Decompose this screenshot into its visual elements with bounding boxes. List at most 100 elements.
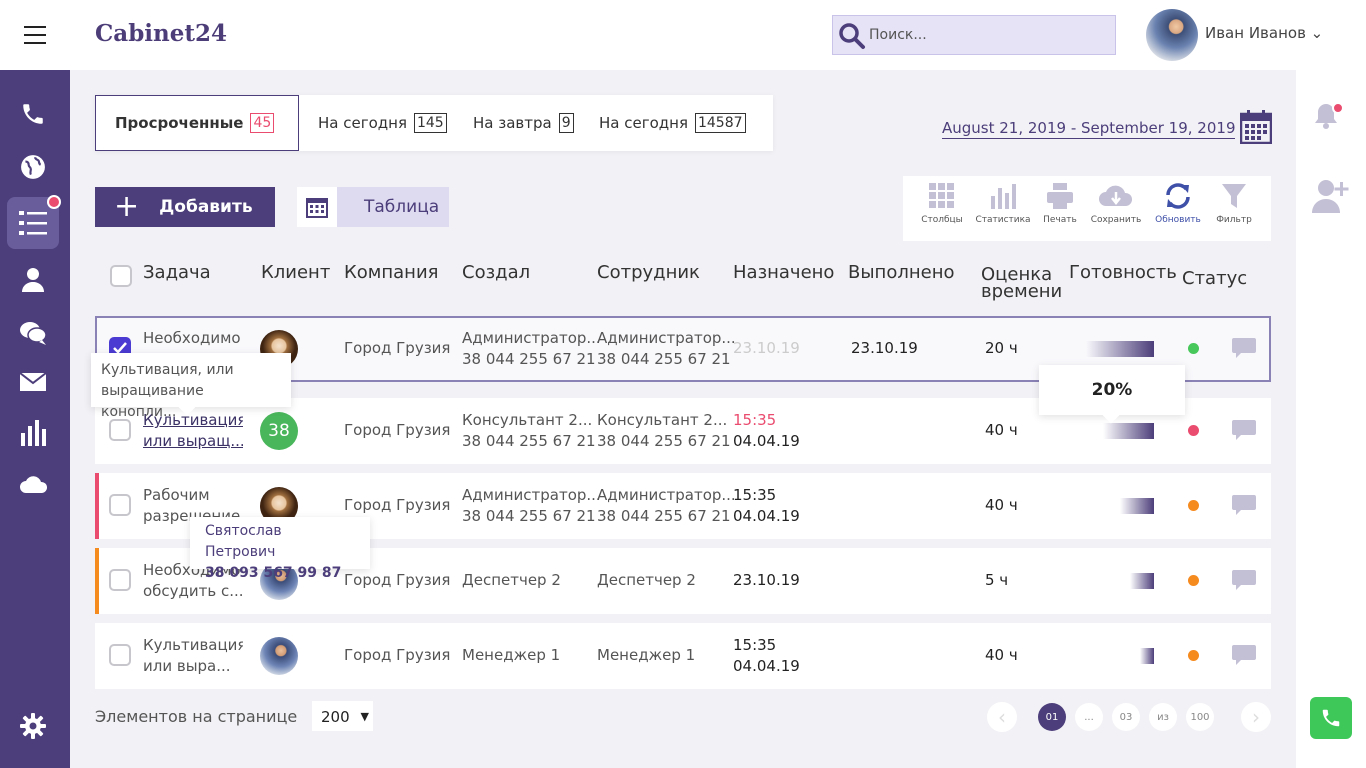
- task-title[interactable]: Необходимо: [143, 328, 243, 349]
- app-logo[interactable]: Cabinet24: [95, 20, 227, 47]
- client-avatar[interactable]: [260, 637, 298, 675]
- calendar-view-button[interactable]: [297, 187, 337, 227]
- tab-today-all[interactable]: На сегодня 14587: [599, 95, 746, 151]
- column-header[interactable]: Создал: [462, 262, 530, 283]
- priority-bar: [95, 473, 99, 539]
- comment-icon[interactable]: [1231, 494, 1257, 516]
- progress-bar: [1086, 341, 1154, 357]
- comment-icon[interactable]: [1231, 419, 1257, 441]
- estimate-cell: 20 ч: [985, 339, 1018, 357]
- search-icon[interactable]: [837, 21, 867, 51]
- top-bar: Cabinet24 Иван Иванов ⌄: [0, 0, 1366, 70]
- progress-bar: [1140, 648, 1154, 664]
- column-header[interactable]: Компания: [344, 262, 438, 283]
- employee-cell: Менеджер 1: [597, 646, 696, 664]
- table-view-label[interactable]: Таблица: [364, 197, 439, 217]
- tab-overdue[interactable]: Просроченные 45: [95, 95, 299, 151]
- column-header[interactable]: Назначено: [733, 262, 834, 283]
- menu-icon[interactable]: [24, 26, 46, 44]
- filter-icon: [1222, 184, 1246, 208]
- created-by-cell: Администратор... 38 044 255 67 21: [462, 486, 601, 525]
- status-dot: [1188, 500, 1199, 511]
- chat-icon[interactable]: [7, 307, 59, 359]
- employee-cell: Консультант 2... 38 044 255 67 21: [597, 411, 731, 450]
- date-range[interactable]: August 21, 2019 - September 19, 2019: [942, 118, 1236, 139]
- add-user-icon[interactable]: [1312, 178, 1350, 214]
- column-header[interactable]: Клиент: [261, 262, 330, 283]
- calendar-icon[interactable]: [1240, 110, 1272, 144]
- column-header[interactable]: Сотрудник: [597, 262, 700, 283]
- table-toolbar: Столбцы Статистика Печать Сохранить Обно…: [903, 176, 1271, 241]
- cloud-icon[interactable]: [7, 458, 59, 510]
- company-cell: Город Грузия: [344, 646, 451, 664]
- column-header[interactable]: Оценка времени: [981, 266, 1062, 301]
- globe-icon[interactable]: [7, 141, 59, 193]
- progress-bar: [1103, 423, 1154, 439]
- statistics-icon: [991, 184, 1016, 209]
- tab-count: 45: [250, 113, 275, 133]
- column-header[interactable]: Выполнено: [848, 262, 954, 283]
- created-by-cell: Деспетчер 2: [462, 571, 561, 589]
- page-button[interactable]: 01: [1038, 703, 1066, 731]
- next-page-button[interactable]: ›: [1241, 702, 1271, 732]
- task-tooltip: Культивация, или выращивание конопли...: [91, 353, 291, 420]
- refresh-icon: [1166, 183, 1190, 209]
- view-toggle[interactable]: Таблица: [297, 187, 449, 227]
- right-panel: [1296, 70, 1366, 768]
- row-checkbox[interactable]: [109, 644, 131, 666]
- row-checkbox[interactable]: [109, 494, 131, 516]
- user-avatar[interactable]: [1146, 9, 1198, 61]
- status-dot: [1188, 343, 1199, 354]
- statistics-button[interactable]: Статистика: [975, 182, 1031, 225]
- tab-count: 145: [413, 113, 447, 133]
- page-button[interactable]: 100: [1186, 703, 1214, 731]
- refresh-button[interactable]: Обновить: [1150, 182, 1206, 225]
- columns-button[interactable]: Столбцы: [914, 182, 970, 225]
- save-button[interactable]: Сохранить: [1088, 182, 1144, 225]
- company-cell: Город Грузия: [344, 571, 451, 589]
- status-dot: [1188, 425, 1199, 436]
- tab-today[interactable]: На сегодня 145: [318, 95, 447, 151]
- user-icon[interactable]: [7, 254, 59, 306]
- call-button[interactable]: [1310, 697, 1352, 739]
- search-input[interactable]: [869, 24, 1109, 46]
- priority-bar: [95, 548, 99, 614]
- user-name[interactable]: Иван Иванов ⌄: [1205, 24, 1323, 42]
- tab-tomorrow[interactable]: На завтра 9: [473, 95, 574, 151]
- progress-tooltip: 20%: [1039, 365, 1185, 424]
- filter-button[interactable]: Фильтр: [1206, 182, 1262, 225]
- company-cell: Город Грузия: [344, 339, 451, 357]
- comment-icon[interactable]: [1231, 337, 1257, 359]
- page-ellipsis: ...: [1075, 703, 1103, 731]
- page-button[interactable]: 03: [1112, 703, 1140, 731]
- task-title[interactable]: Культивация, или выра...: [143, 635, 243, 677]
- search-box[interactable]: [832, 15, 1116, 55]
- prev-page-button[interactable]: ‹: [987, 702, 1017, 732]
- column-header[interactable]: Готовность: [1069, 262, 1177, 283]
- settings-icon[interactable]: [7, 700, 59, 752]
- comment-icon[interactable]: [1231, 644, 1257, 666]
- table-row[interactable]: Культивация, или выра... Город Грузия Менед…: [95, 623, 1271, 689]
- print-icon: [1047, 183, 1073, 209]
- select-all-checkbox[interactable]: [110, 265, 132, 287]
- notification-badge: [47, 195, 61, 209]
- column-header[interactable]: Статус: [1182, 268, 1247, 289]
- bell-icon[interactable]: [1313, 100, 1345, 130]
- calendar-icon: [306, 198, 328, 218]
- page-of-label: из: [1149, 703, 1177, 731]
- per-page-select[interactable]: 200 ▼: [312, 701, 373, 731]
- tasks-list-icon[interactable]: [7, 195, 61, 249]
- column-header[interactable]: Задача: [143, 262, 211, 283]
- estimate-cell: 5 ч: [985, 571, 1009, 589]
- assigned-cell: 15:35 04.04.19: [733, 486, 800, 525]
- estimate-cell: 40 ч: [985, 496, 1018, 514]
- stats-icon[interactable]: [7, 407, 59, 459]
- assigned-cell: 15:35 04.04.19: [733, 411, 800, 450]
- add-button[interactable]: + Добавить: [95, 187, 275, 227]
- comment-icon[interactable]: [1231, 569, 1257, 591]
- mail-icon[interactable]: [7, 356, 59, 408]
- row-checkbox[interactable]: [109, 569, 131, 591]
- print-button[interactable]: Печать: [1032, 182, 1088, 225]
- phone-icon[interactable]: [7, 88, 59, 140]
- caret-down-icon: ▼: [360, 710, 369, 723]
